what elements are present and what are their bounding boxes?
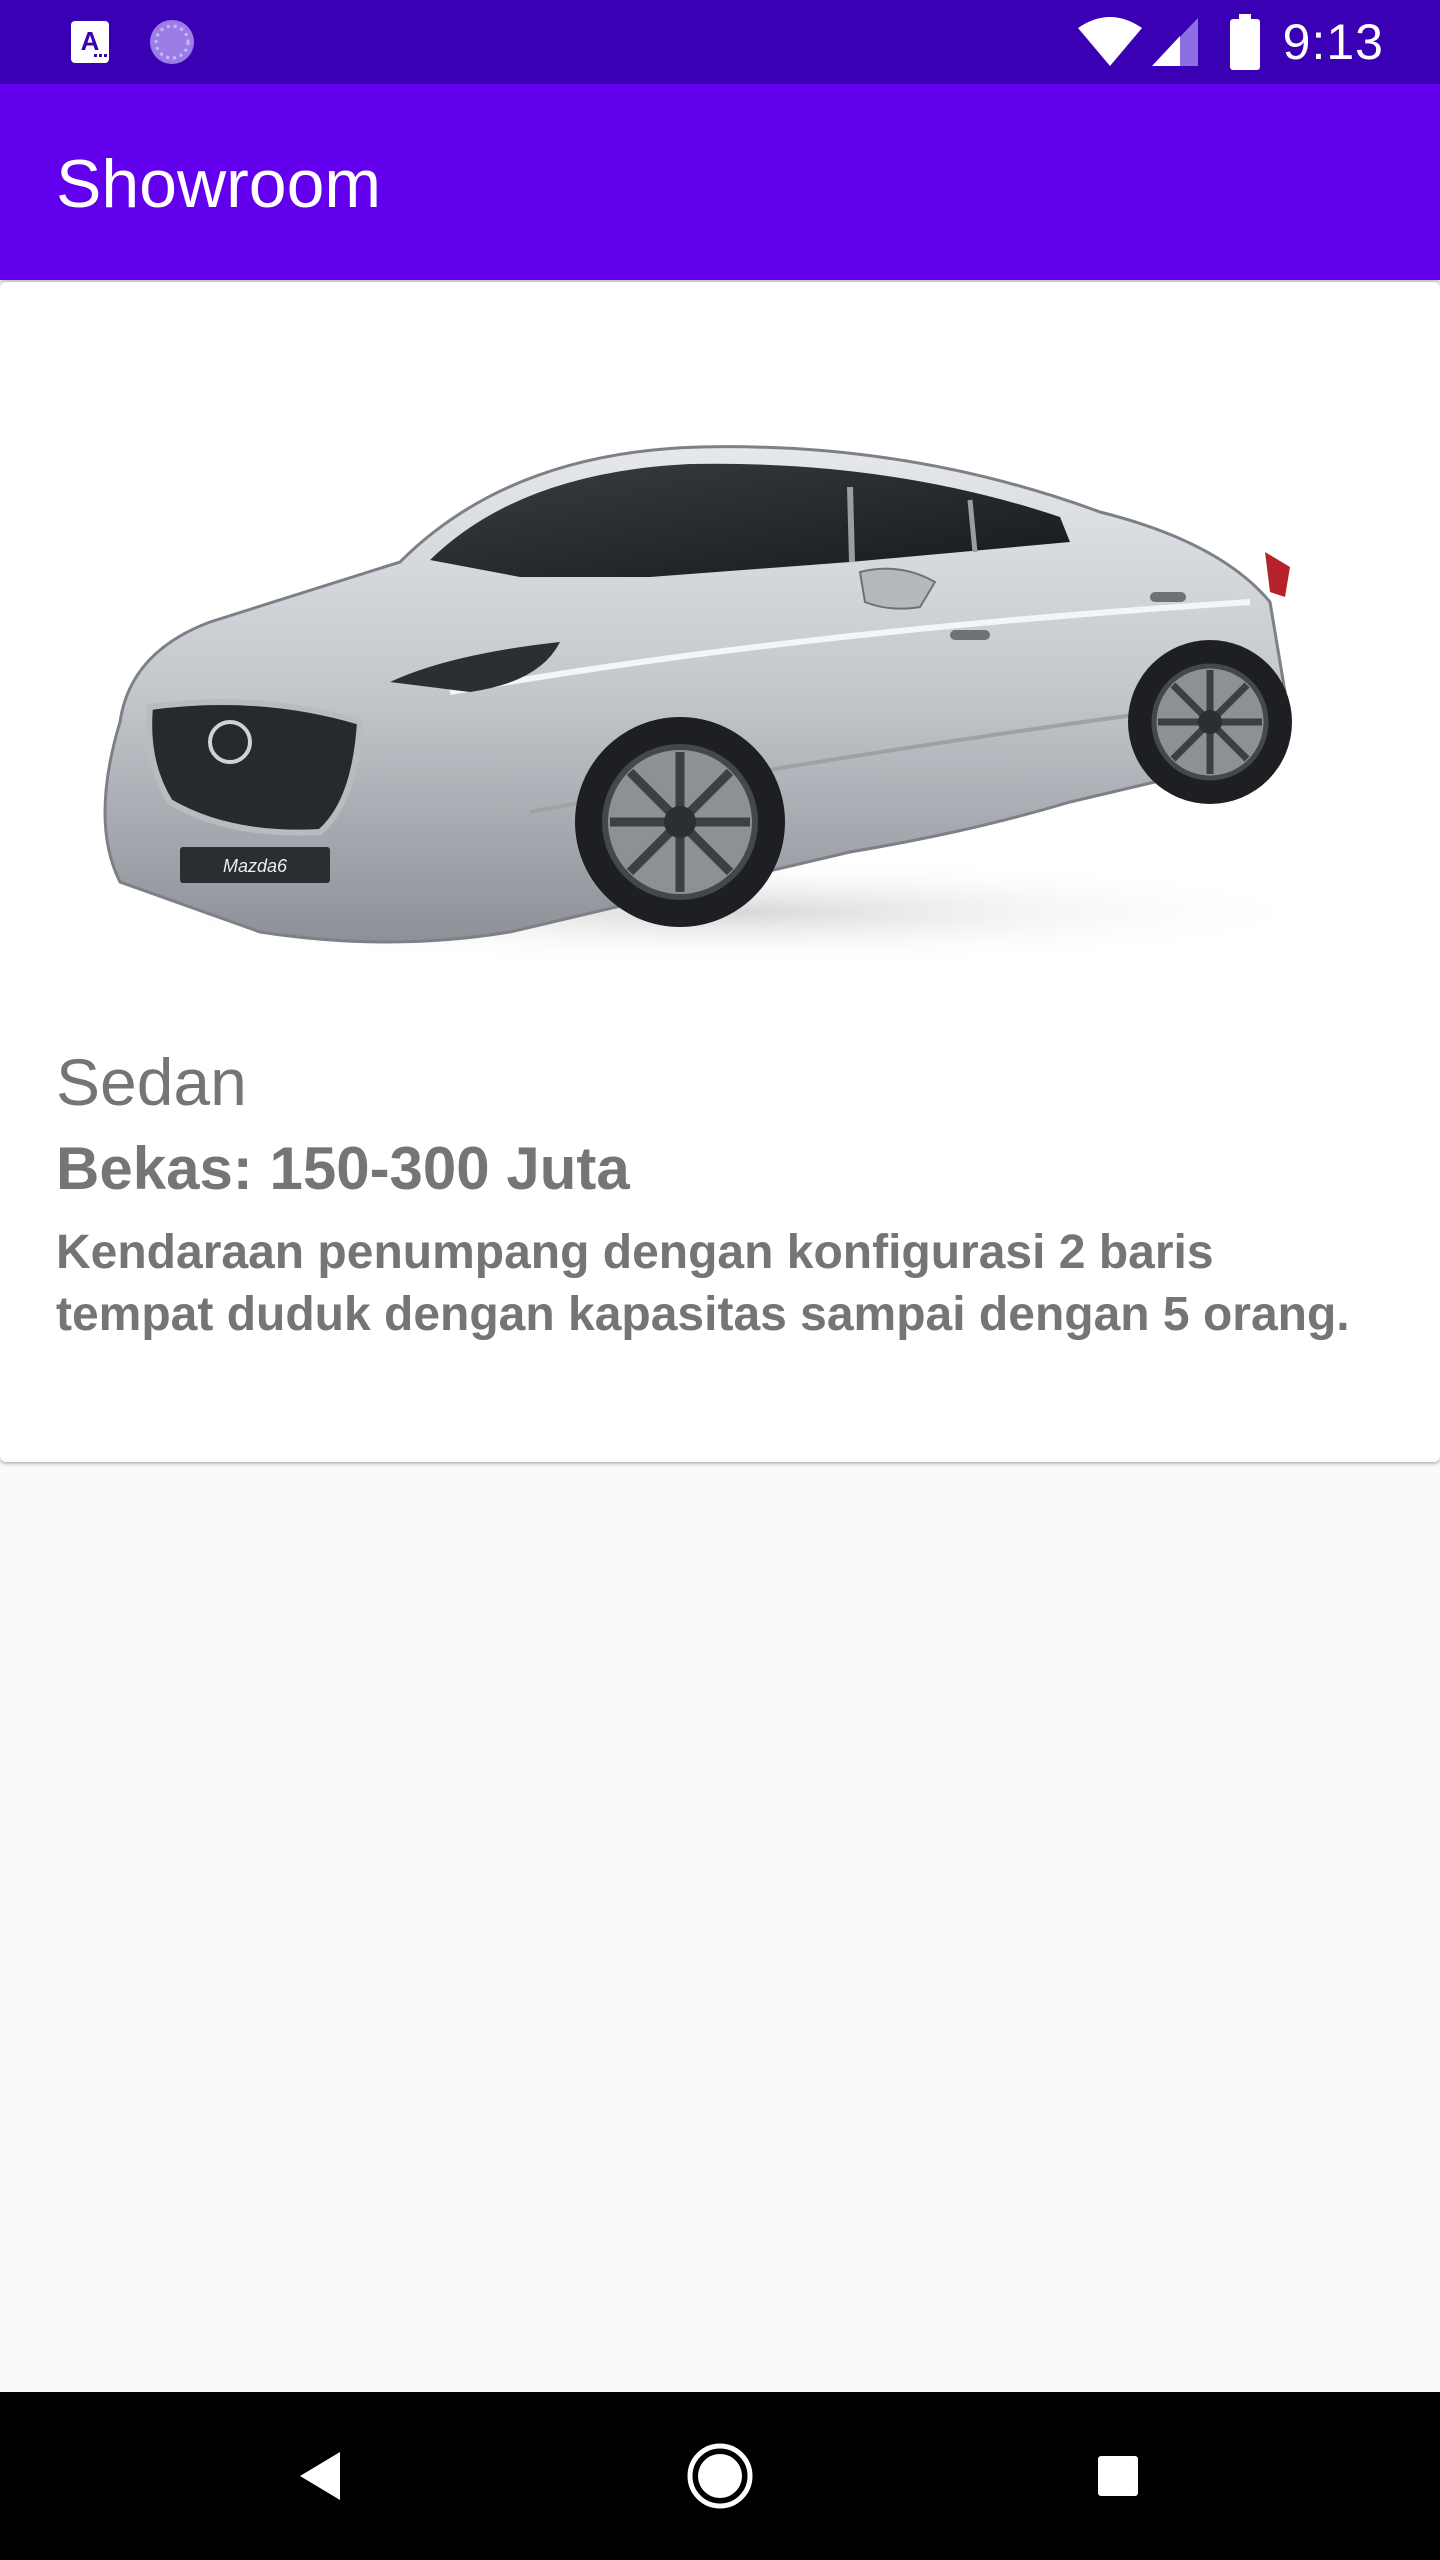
status-bar: A 9:13	[0, 0, 1440, 84]
vehicle-name: Sedan	[56, 1045, 247, 1119]
status-time: 9:13	[1282, 14, 1384, 70]
battery-icon	[1230, 14, 1260, 75]
svg-text:A: A	[81, 26, 100, 56]
accessibility-a-icon: A	[70, 20, 110, 69]
car-photo: Mazda6	[103, 445, 1330, 967]
sync-spinner-icon	[146, 16, 198, 73]
signal-icon	[1150, 16, 1200, 73]
app-title: Showroom	[56, 146, 382, 222]
home-icon[interactable]	[680, 2436, 760, 2516]
back-icon[interactable]	[282, 2436, 362, 2516]
system-nav-bar	[0, 2392, 1440, 2560]
vehicle-price: Bekas: 150-300 Juta	[56, 1135, 630, 1202]
car-badge-text: Mazda6	[223, 856, 288, 876]
vehicle-card[interactable]: Mazda6 Sedan Bekas: 150-300 Juta Kendara…	[0, 282, 1440, 1462]
wifi-icon	[1078, 16, 1142, 73]
vehicle-description: Kendaraan penumpang dengan konfigurasi 2…	[56, 1226, 1350, 1341]
recents-icon[interactable]	[1078, 2436, 1158, 2516]
app-bar: Showroom	[0, 84, 1440, 280]
